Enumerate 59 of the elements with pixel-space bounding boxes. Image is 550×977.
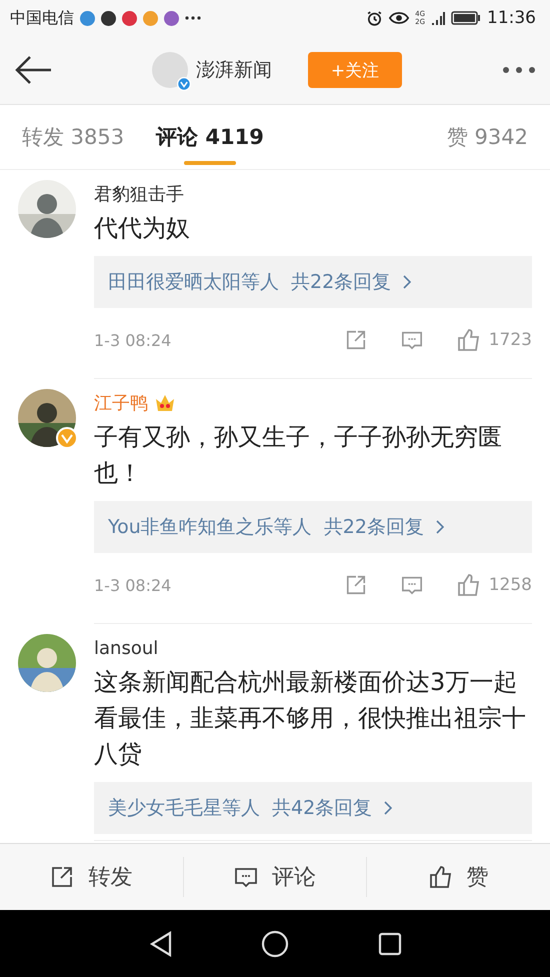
clock-time: 11:36 [487, 8, 536, 28]
tab[interactable]: 转发 3853 [22, 105, 124, 169]
share-icon [344, 574, 367, 596]
notification-icon [143, 10, 158, 26]
tab[interactable]: 赞 9342 [446, 105, 528, 169]
account-name: 澎湃新闻 [196, 58, 272, 83]
replies-link[interactable]: 美少女毛毛星等人 共42条回复 [94, 782, 532, 834]
reply-button[interactable] [400, 574, 423, 596]
comment-time: 1-3 08:24 [94, 330, 172, 350]
action-button[interactable]: 转发 [0, 857, 184, 897]
comment-icon [400, 574, 423, 596]
chevron-right-icon [403, 275, 412, 289]
share-icon [50, 865, 74, 889]
action-button[interactable]: 评论 [184, 857, 368, 897]
tab[interactable]: 评论 4119 [156, 105, 264, 169]
notification-icon [101, 10, 116, 26]
notification-icon [164, 10, 179, 26]
user-name[interactable]: lansoul [94, 638, 158, 658]
more-icon[interactable] [502, 66, 536, 74]
replies-link[interactable]: You非鱼咋知鱼之乐等人 共22条回复 [94, 501, 532, 553]
reply-button[interactable] [400, 329, 423, 351]
verified-badge-icon [56, 427, 78, 449]
tab-indicator [184, 161, 236, 165]
account-logo[interactable] [152, 52, 188, 88]
user-name[interactable]: 江子鸭 [94, 391, 148, 415]
notification-icon [80, 10, 95, 26]
follow-button[interactable]: +关注 [308, 52, 402, 88]
user-name[interactable]: 君豹狙击手 [94, 182, 184, 206]
replies-link[interactable]: 田田很爱晒太阳等人 共22条回复 [94, 256, 532, 308]
notification-icon [122, 10, 137, 26]
back-icon[interactable] [148, 930, 172, 956]
battery-icon [451, 11, 481, 25]
back-arrow-icon[interactable] [14, 55, 52, 85]
like-button[interactable]: 1258 [456, 573, 532, 597]
more-icon [185, 16, 201, 20]
carrier-name: 中国电信 [10, 8, 74, 28]
chevron-right-icon [436, 520, 444, 534]
repost-button[interactable] [344, 574, 367, 596]
share-icon [344, 329, 367, 351]
eye-icon [389, 11, 410, 25]
repost-button[interactable] [344, 329, 367, 351]
comment-text: 这条新闻配合杭州最新楼面价达3万一起看最佳，韭菜再不够用，很快推出祖宗十八贷 [94, 667, 527, 770]
comment-icon [400, 329, 423, 351]
thumbs-up-icon [456, 328, 481, 352]
thumbs-up-icon [456, 573, 481, 597]
like-button[interactable]: 1723 [456, 328, 532, 352]
crown-icon [154, 393, 176, 413]
action-button[interactable]: 赞 [367, 857, 550, 897]
comment-icon [234, 865, 258, 889]
recent-apps-icon[interactable] [378, 932, 402, 956]
comment-time: 1-3 08:24 [94, 576, 172, 594]
signal-icon [431, 11, 445, 25]
thumbs-up-icon [428, 865, 453, 889]
comment-text: 代代为奴 [94, 213, 191, 244]
alarm-icon [366, 10, 384, 26]
verified-badge-icon [177, 77, 191, 91]
comment-text: 子有又孙，孙又生子，子子孙孙无穷匮也！ [94, 422, 503, 489]
chevron-right-icon [384, 801, 392, 815]
home-icon[interactable] [261, 930, 289, 958]
